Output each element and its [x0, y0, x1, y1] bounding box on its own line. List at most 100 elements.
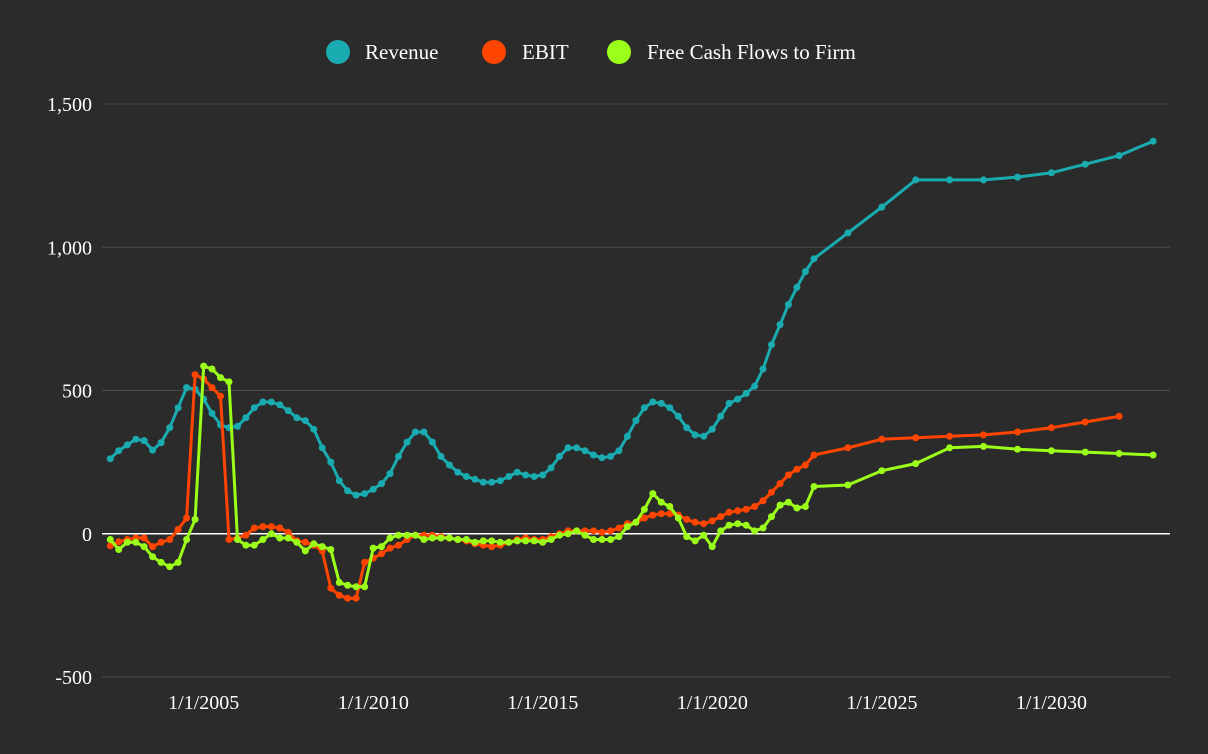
data-point: [810, 255, 818, 263]
data-point: [725, 508, 733, 516]
data-point: [522, 537, 530, 545]
data-point: [276, 401, 284, 409]
data-point: [123, 538, 131, 546]
data-point: [776, 321, 784, 329]
legend-marker-ebit: [482, 40, 506, 64]
x-tick-label: 1/1/2025: [846, 692, 917, 714]
data-point: [132, 538, 140, 546]
data-point: [395, 531, 402, 539]
data-point: [1047, 169, 1055, 177]
data-point: [445, 461, 453, 469]
data-point: [496, 538, 504, 546]
data-point: [539, 538, 547, 546]
legend-item-free-cash-flows[interactable]: Free Cash Flows to Firm: [607, 40, 856, 64]
data-point: [674, 514, 682, 522]
data-point: [488, 537, 496, 545]
data-point: [411, 531, 419, 539]
data-point: [242, 414, 250, 422]
x-tick-label: 1/1/2005: [168, 692, 239, 714]
data-point: [310, 540, 318, 548]
data-point: [318, 444, 326, 452]
data-point: [174, 404, 182, 412]
series-line-free-cash-flows-to-firm: [109, 364, 1154, 589]
data-point: [284, 407, 292, 415]
data-point: [547, 536, 555, 543]
data-point: [140, 437, 148, 445]
data-point: [174, 558, 182, 566]
data-point: [649, 490, 657, 498]
data-point: [598, 536, 606, 543]
data-point: [513, 537, 521, 545]
data-point: [284, 534, 292, 542]
data-point: [980, 442, 987, 450]
legend-item-ebit[interactable]: EBIT: [482, 40, 569, 64]
data-point: [166, 563, 174, 571]
data-point: [801, 268, 809, 276]
data-point: [725, 399, 733, 407]
data-point: [632, 417, 640, 425]
grid: [102, 103, 1170, 678]
data-point: [717, 527, 725, 535]
data-point: [471, 475, 479, 483]
series-free-cash-flows-to-firm: [106, 362, 1157, 591]
data-point: [225, 536, 233, 543]
data-point: [1115, 152, 1123, 160]
y-tick-label: 1,500: [47, 94, 92, 116]
data-point: [734, 507, 742, 515]
y-tick-label: -500: [55, 667, 92, 689]
data-point: [607, 527, 615, 535]
data-point: [751, 527, 759, 535]
data-point: [479, 537, 487, 545]
legend-marker-revenue: [326, 40, 350, 64]
data-point: [437, 452, 445, 460]
data-point: [123, 441, 131, 449]
data-point: [318, 543, 326, 551]
data-point: [666, 404, 674, 412]
data-point: [784, 301, 792, 309]
data-point: [352, 583, 360, 591]
data-point: [157, 538, 165, 546]
data-point: [768, 513, 775, 521]
x-axis: 1/1/2005 1/1/2010 1/1/2015 1/1/2020 1/1/2025…: [168, 692, 1087, 714]
data-point: [267, 398, 275, 406]
data-point: [912, 460, 920, 468]
data-point: [912, 434, 920, 442]
data-point: [378, 480, 385, 488]
data-point: [200, 362, 208, 370]
data-point: [149, 553, 157, 561]
x-tick-label: 1/1/2030: [1016, 692, 1087, 714]
data-point: [174, 526, 182, 533]
data-point: [810, 451, 818, 459]
data-point: [411, 428, 419, 436]
data-point: [946, 444, 954, 452]
data-point: [217, 374, 224, 382]
data-point: [386, 470, 394, 478]
data-point: [259, 536, 267, 543]
data-point: [810, 483, 818, 490]
data-point: [657, 399, 665, 407]
y-tick-label: 1,000: [47, 237, 92, 259]
data-point: [742, 389, 750, 397]
data-point: [1014, 173, 1021, 181]
data-point: [183, 514, 191, 522]
data-point: [657, 498, 665, 506]
data-point: [344, 594, 352, 602]
data-point: [378, 543, 385, 551]
data-point: [361, 490, 369, 498]
data-point: [1081, 160, 1089, 168]
data-point: [980, 431, 987, 439]
data-point: [708, 517, 716, 525]
data-point: [479, 478, 487, 486]
data-point: [217, 392, 224, 400]
data-point: [878, 203, 886, 211]
data-point: [623, 432, 631, 440]
series-revenue: [106, 137, 1157, 499]
data-point: [1014, 445, 1021, 453]
data-point: [1047, 424, 1055, 432]
data-point: [454, 536, 462, 543]
data-point: [768, 341, 775, 349]
data-point: [1115, 450, 1123, 457]
legend-item-revenue[interactable]: Revenue: [326, 40, 438, 64]
legend-label-revenue: Revenue: [365, 40, 438, 64]
data-point: [259, 398, 267, 406]
